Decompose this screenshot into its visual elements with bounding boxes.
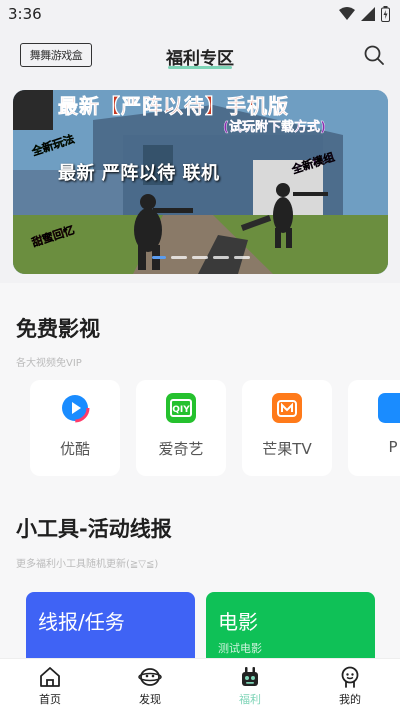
- banner-sub-text: (试玩附下载方式): [223, 120, 326, 135]
- tab-discover[interactable]: 发现: [100, 659, 200, 711]
- main-content: 免费影视 各大视频免VIP 优酷 QIY 爱奇艺 芒果TV P 小工具-活动线报…: [0, 283, 400, 662]
- tile-movies[interactable]: 电影 测试电影: [206, 592, 375, 662]
- banner-dot[interactable]: [151, 256, 166, 259]
- wifi-icon: [339, 7, 355, 20]
- bottom-tab-bar: 首页 发现 福利 我的: [0, 658, 400, 711]
- banner-dot[interactable]: [233, 256, 250, 259]
- app-label: 爱奇艺: [158, 440, 204, 458]
- gift-icon: [242, 667, 258, 686]
- youku-icon: [60, 393, 90, 423]
- pptv-icon: [378, 393, 400, 423]
- banner-dot[interactable]: [191, 256, 208, 259]
- tab-profile[interactable]: 我的: [300, 659, 400, 711]
- app-card-youku[interactable]: 优酷: [30, 380, 120, 476]
- app-label: 芒果TV: [262, 440, 312, 458]
- app-card-iqiyi[interactable]: QIY 爱奇艺: [136, 380, 226, 476]
- battery-icon: [381, 6, 390, 22]
- app-header: 舞舞游戏盒 福利专区: [0, 28, 400, 83]
- tab-label: 福利: [239, 693, 261, 706]
- banner-headline: 最新 严阵以待 联机: [58, 163, 220, 184]
- svg-text:QIY: QIY: [172, 405, 190, 415]
- home-icon: [40, 667, 60, 687]
- app-card-pptv[interactable]: P: [348, 380, 400, 476]
- promo-banner[interactable]: 最新【严阵以待】手机版 (试玩附下载方式) 全新玩法 全新模组 甜蜜回忆 最新 …: [13, 90, 388, 274]
- tab-home[interactable]: 首页: [0, 659, 100, 711]
- search-icon[interactable]: [362, 43, 386, 67]
- tile-news-tasks[interactable]: 线报/任务: [26, 592, 195, 662]
- status-bar: 3:36: [0, 0, 400, 28]
- mango-tv-icon: [272, 393, 302, 423]
- video-app-list: 优酷 QIY 爱奇艺 芒果TV P: [30, 380, 400, 476]
- section-subtitle-free-video: 各大视频免VIP: [16, 358, 82, 369]
- section-title-tools: 小工具-活动线报: [16, 517, 172, 541]
- tab-welfare[interactable]: 福利: [200, 659, 300, 711]
- cellular-icon: [361, 7, 375, 21]
- tab-label: 我的: [339, 693, 361, 706]
- tile-sub: 测试电影: [218, 642, 262, 655]
- status-time: 3:36: [8, 5, 42, 23]
- section-title-free-video: 免费影视: [16, 317, 100, 341]
- app-card-mango-tv[interactable]: 芒果TV: [242, 380, 332, 476]
- banner-pagination: [13, 256, 388, 259]
- banner-dot[interactable]: [212, 256, 229, 259]
- section-subtitle-tools: 更多福利小工具随机更新(≧▽≦): [16, 559, 159, 570]
- status-icons: [339, 6, 390, 22]
- banner-top-text: 最新【严阵以待】手机版: [58, 94, 289, 119]
- tile-label: 电影: [218, 610, 258, 634]
- profile-icon: [341, 666, 359, 688]
- tab-label: 首页: [39, 693, 61, 706]
- banner-dot[interactable]: [170, 256, 187, 259]
- title-underline: [168, 66, 232, 69]
- tile-label: 线报/任务: [38, 610, 125, 634]
- iqiyi-icon: QIY: [166, 393, 196, 423]
- app-label: P: [388, 438, 398, 456]
- app-label: 优酷: [59, 440, 90, 458]
- tab-label: 发现: [139, 693, 161, 706]
- discover-icon: [138, 668, 162, 686]
